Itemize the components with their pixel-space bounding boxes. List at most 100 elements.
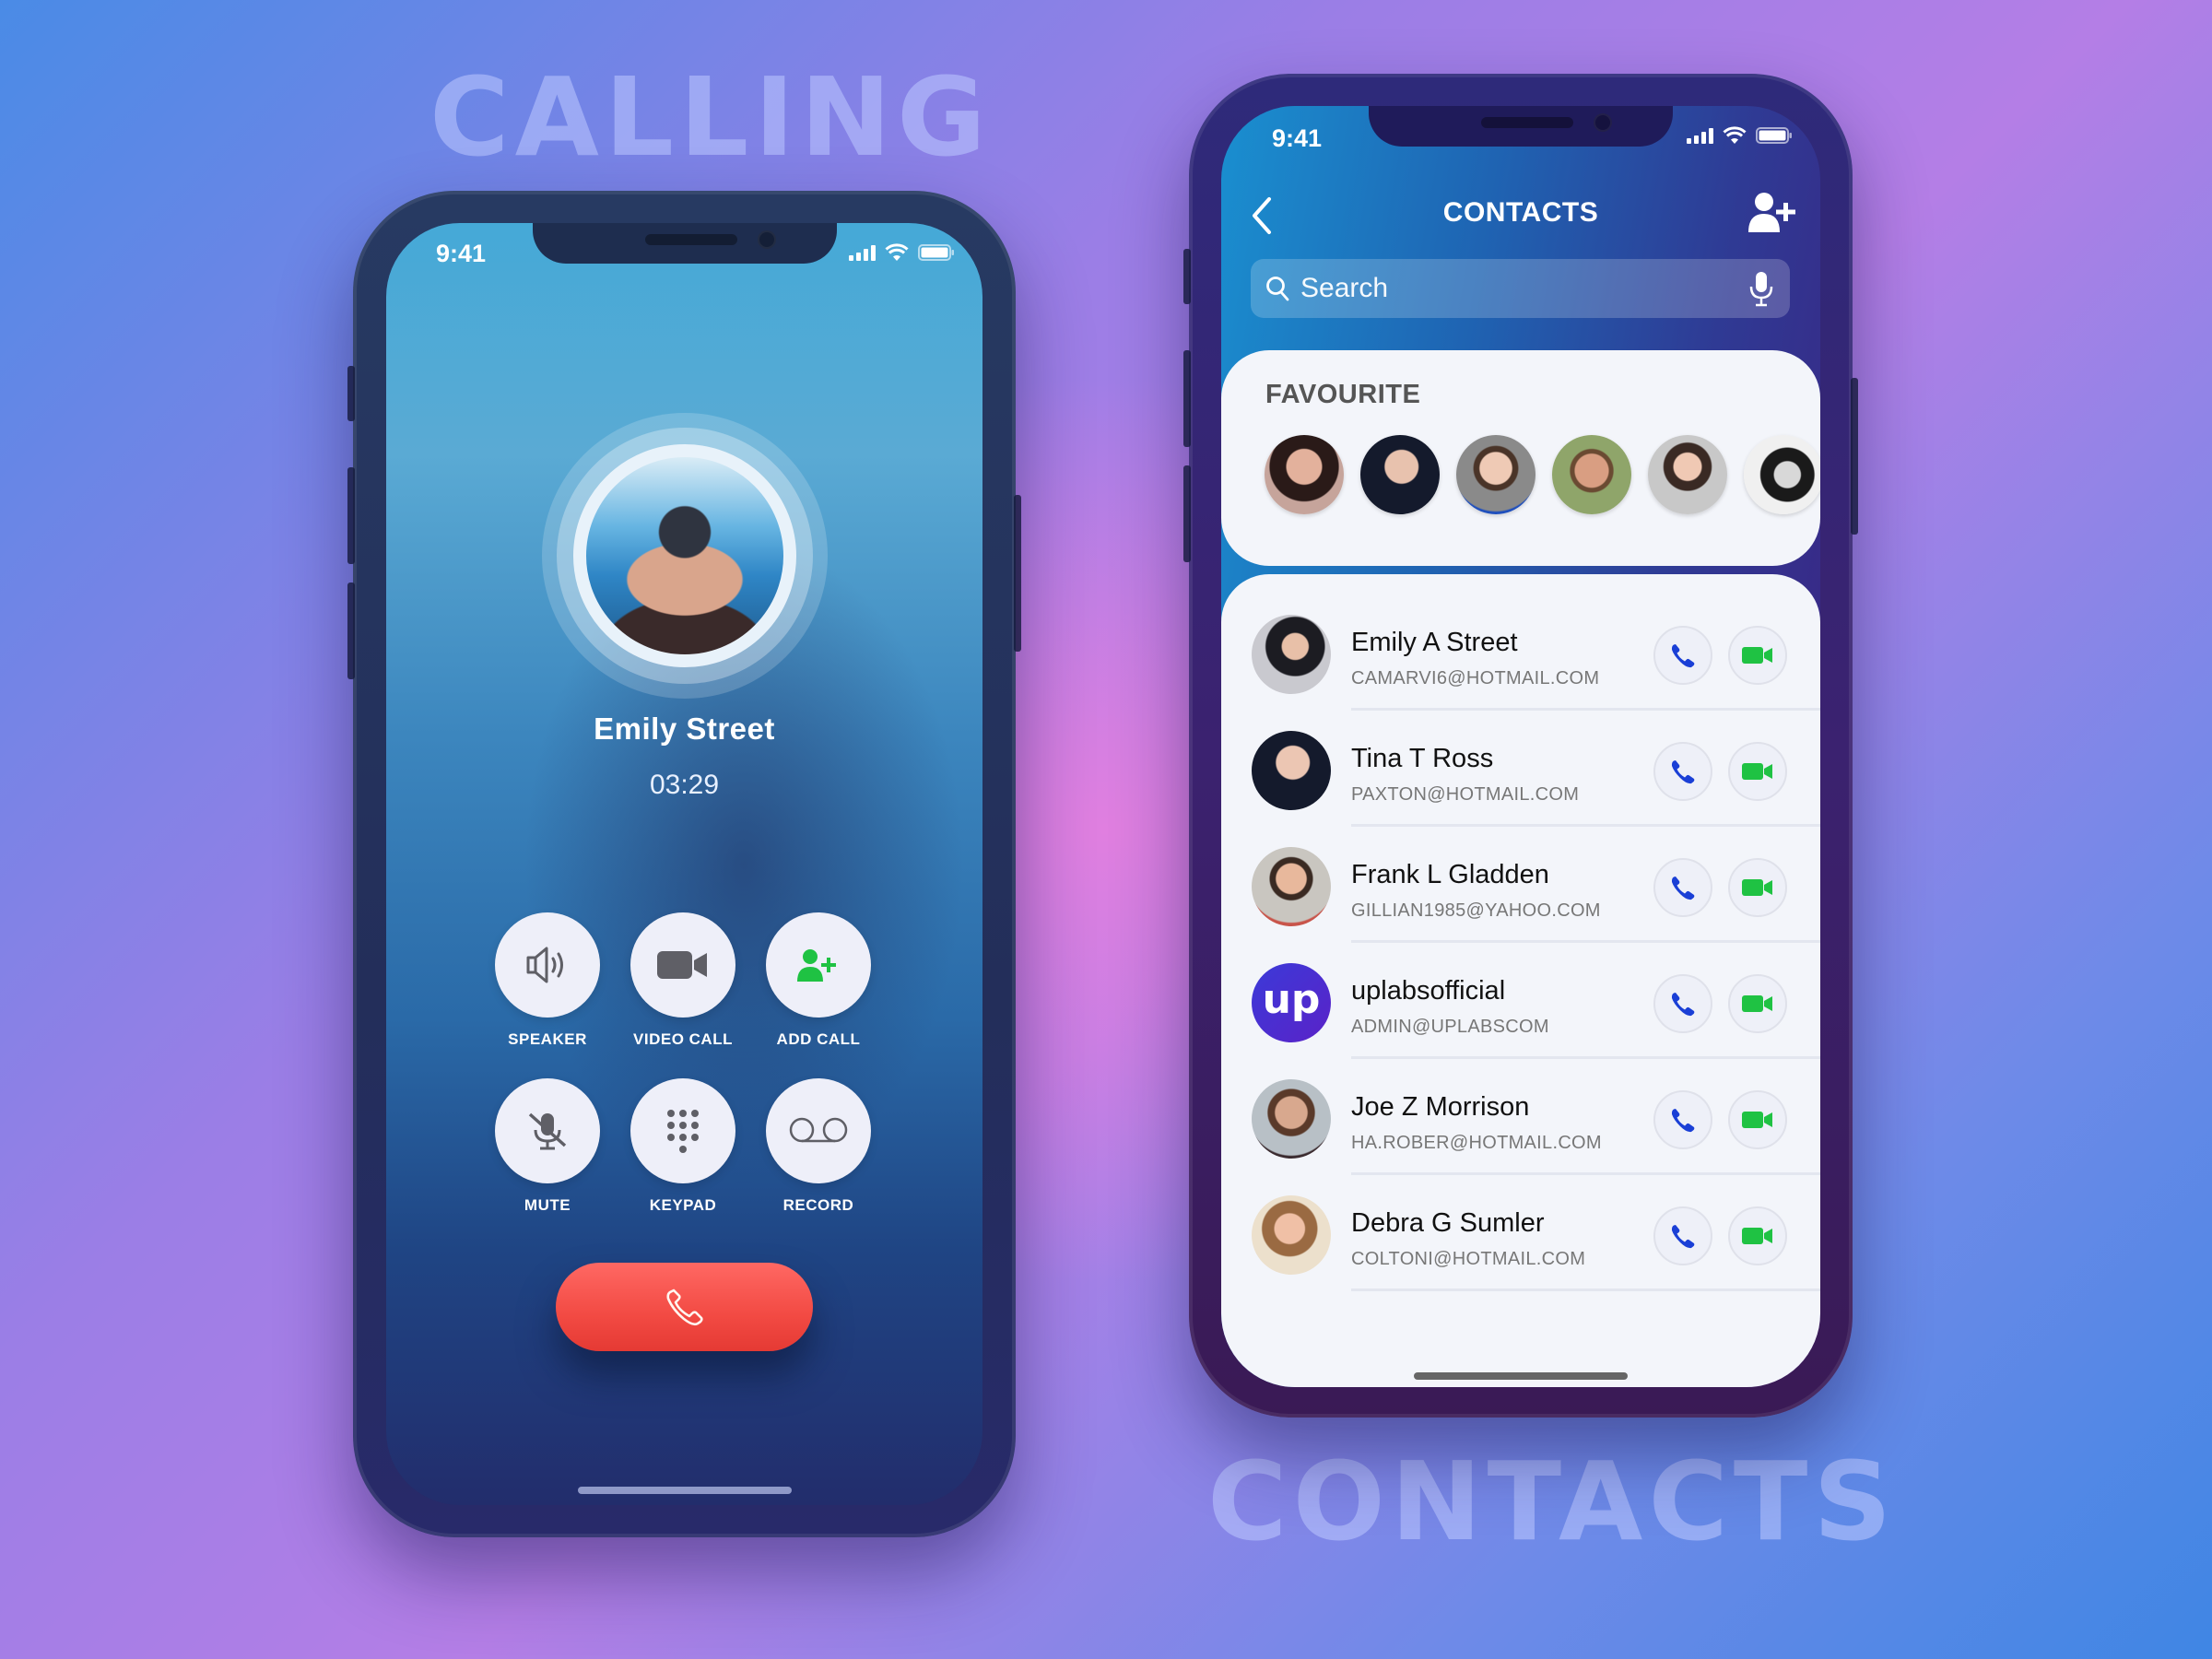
phone-icon — [1671, 877, 1695, 900]
call-button[interactable] — [1653, 858, 1712, 917]
video-camera-icon — [1742, 879, 1772, 896]
add-user-icon — [797, 949, 836, 982]
notch — [1369, 106, 1673, 147]
record-button[interactable]: RECORD — [766, 1078, 871, 1215]
favourite-avatar[interactable] — [1360, 435, 1440, 514]
contact-row[interactable]: up uplabsofficial ADMIN@UPLABSCOM — [1221, 943, 1820, 1059]
divider — [1351, 1288, 1820, 1291]
contact-row[interactable]: Tina T Ross PAXTON@HOTMAIL.COM — [1221, 711, 1820, 827]
uplabs-logo: up — [1252, 963, 1331, 1042]
speaker-icon — [526, 947, 563, 983]
avatar-initials: up — [1262, 975, 1321, 1023]
video-camera-icon — [1742, 1228, 1772, 1244]
caller-name: Emily Street — [594, 712, 775, 746]
keypad-button[interactable]: KEYPAD — [630, 1078, 735, 1215]
video-camera-icon — [657, 951, 707, 979]
video-call-button[interactable] — [1728, 1090, 1787, 1149]
call-button[interactable] — [1653, 1206, 1712, 1265]
favourites-list — [1265, 435, 1820, 514]
contact-avatar — [1252, 847, 1331, 926]
video-call-button[interactable] — [1728, 626, 1787, 685]
calling-phone: 9:41 Emily Street 03:29 SPEAKER VIDEO CA… — [347, 191, 1021, 1537]
volume-down-button — [1183, 465, 1191, 562]
contact-row[interactable]: Emily A Street CAMARVI6@HOTMAIL.COM — [1221, 594, 1820, 711]
page-title: CONTACTS — [1442, 197, 1599, 228]
contact-email: HA.ROBER@HOTMAIL.COM — [1351, 1133, 1602, 1153]
favourites-title: FAVOURITE — [1265, 380, 1421, 409]
contact-row[interactable]: Debra G Sumler COLTONI@HOTMAIL.COM — [1221, 1175, 1820, 1291]
favourite-avatar[interactable] — [1456, 435, 1535, 514]
speaker-button[interactable]: SPEAKER — [495, 912, 600, 1049]
voice-search-button[interactable] — [1747, 270, 1775, 307]
status-icons — [1687, 126, 1793, 145]
call-button[interactable] — [1653, 974, 1712, 1033]
home-indicator — [577, 1487, 792, 1494]
contact-avatar — [1252, 1195, 1331, 1275]
mic-off-icon — [528, 1112, 567, 1150]
call-button[interactable] — [1653, 742, 1712, 801]
signal-icon — [1687, 127, 1713, 144]
contact-name: Tina T Ross — [1351, 744, 1494, 773]
phone-icon — [1671, 1109, 1695, 1133]
call-button[interactable] — [1653, 1090, 1712, 1149]
contact-email: ADMIN@UPLABSCOM — [1351, 1017, 1549, 1037]
contact-email: COLTONI@HOTMAIL.COM — [1351, 1249, 1586, 1269]
power-button — [1014, 495, 1021, 652]
notch — [532, 223, 837, 264]
mute-switch — [347, 366, 355, 421]
contact-email: CAMARVI6@HOTMAIL.COM — [1351, 668, 1600, 688]
battery-icon — [918, 243, 955, 262]
front-camera — [1594, 113, 1612, 132]
volume-up-button — [347, 467, 355, 564]
call-timer: 03:29 — [649, 770, 720, 800]
favourite-avatar[interactable] — [1744, 435, 1820, 514]
call-button[interactable] — [1653, 626, 1712, 685]
contacts-heading: CONTACTS — [1207, 1438, 1898, 1565]
wifi-icon — [1723, 126, 1747, 145]
video-camera-icon — [1742, 763, 1772, 780]
contact-row[interactable]: Joe Z Morrison HA.ROBER@HOTMAIL.COM — [1221, 1059, 1820, 1175]
end-call-button[interactable] — [556, 1263, 813, 1351]
add-call-label: ADD CALL — [776, 1030, 861, 1048]
contact-row[interactable]: Frank L Gladden GILLIAN1985@YAHOO.COM — [1221, 827, 1820, 943]
search-icon — [1266, 276, 1289, 301]
contact-email: PAXTON@HOTMAIL.COM — [1351, 784, 1580, 805]
microphone-icon — [1749, 272, 1773, 307]
mute-button[interactable]: MUTE — [495, 1078, 600, 1215]
video-call-button[interactable] — [1728, 742, 1787, 801]
video-call-button[interactable]: VIDEO CALL — [630, 912, 735, 1049]
power-button — [1851, 378, 1858, 535]
video-call-button[interactable] — [1728, 858, 1787, 917]
search-input[interactable] — [1300, 273, 1747, 304]
contact-name: Debra G Sumler — [1351, 1208, 1545, 1238]
calling-screen: 9:41 Emily Street 03:29 SPEAKER VIDEO CA… — [386, 223, 982, 1505]
phone-icon — [1671, 1225, 1695, 1249]
video-call-button[interactable] — [1728, 1206, 1787, 1265]
add-contact-button[interactable] — [1748, 192, 1796, 232]
phone-icon — [1671, 760, 1695, 784]
contacts-phone: 9:41 CONTACTS Search FAVOURITE Emily A S… — [1183, 74, 1858, 1418]
favourite-avatar[interactable] — [1265, 435, 1344, 514]
contact-name: Joe Z Morrison — [1351, 1092, 1530, 1122]
contact-avatar — [1252, 1079, 1331, 1159]
home-indicator — [1414, 1372, 1628, 1380]
video-camera-icon — [1742, 995, 1772, 1012]
contact-email: GILLIAN1985@YAHOO.COM — [1351, 900, 1601, 921]
status-time: 9:41 — [1272, 124, 1323, 152]
phone-icon — [1671, 644, 1695, 668]
video-call-label: VIDEO CALL — [633, 1030, 733, 1048]
video-call-button[interactable] — [1728, 974, 1787, 1033]
mute-label: MUTE — [524, 1196, 571, 1214]
favourite-avatar[interactable] — [1648, 435, 1727, 514]
calling-heading: CALLING — [429, 53, 992, 181]
speaker-label: SPEAKER — [508, 1030, 587, 1048]
phone-hangup-icon — [665, 1288, 703, 1326]
add-call-button[interactable]: ADD CALL — [766, 912, 871, 1049]
favourite-avatar[interactable] — [1552, 435, 1631, 514]
caller-avatar — [573, 444, 796, 667]
contacts-screen: 9:41 CONTACTS Search FAVOURITE Emily A S… — [1221, 106, 1820, 1387]
contact-name: Frank L Gladden — [1351, 860, 1549, 889]
contact-avatar — [1252, 731, 1331, 810]
contacts-list: Emily A Street CAMARVI6@HOTMAIL.COM Tina… — [1221, 574, 1820, 1387]
keypad-label: KEYPAD — [649, 1196, 717, 1214]
